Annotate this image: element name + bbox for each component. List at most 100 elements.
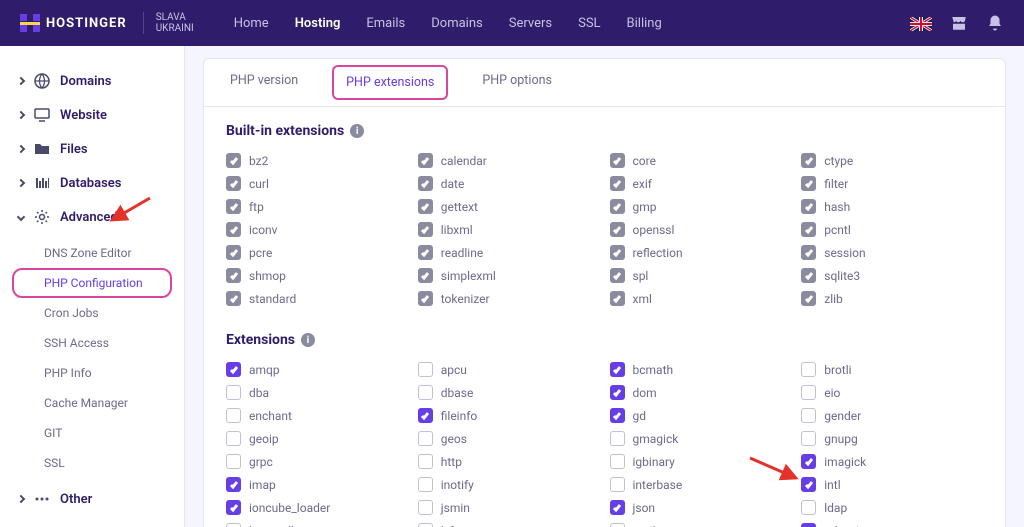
sidebar-item-website[interactable]: Website — [0, 98, 184, 132]
checkbox[interactable] — [801, 523, 816, 527]
checkbox[interactable] — [226, 523, 241, 527]
nav-domains[interactable]: Domains — [431, 16, 482, 31]
nav-home[interactable]: Home — [234, 16, 269, 31]
checkbox[interactable] — [610, 431, 625, 446]
checkbox[interactable] — [226, 385, 241, 400]
tab-php-version[interactable]: PHP version — [226, 59, 302, 106]
ext-grpc[interactable]: grpc — [226, 450, 408, 473]
checkbox[interactable] — [801, 500, 816, 515]
brand-slogan: SLAVAUKRAINI — [143, 12, 194, 34]
ext-geos[interactable]: geos — [418, 427, 600, 450]
checkbox[interactable] — [801, 385, 816, 400]
sidebar-sub-dns-zone-editor[interactable]: DNS Zone Editor — [0, 238, 184, 268]
ext-imagick[interactable]: imagick — [801, 450, 983, 473]
ext-mbstring[interactable]: mbstring — [801, 519, 983, 527]
tab-php-options[interactable]: PHP options — [478, 59, 556, 106]
nav-emails[interactable]: Emails — [366, 16, 405, 31]
ext-enchant[interactable]: enchant — [226, 404, 408, 427]
checkbox[interactable] — [418, 500, 433, 515]
ext-dom[interactable]: dom — [610, 381, 792, 404]
sidebar-sub-ssh-access[interactable]: SSH Access — [0, 328, 184, 358]
ext-lzf[interactable]: lzf — [418, 519, 600, 527]
checkbox[interactable] — [801, 408, 816, 423]
sidebar-item-other[interactable]: Other — [0, 482, 184, 516]
ext-jsmin[interactable]: jsmin — [418, 496, 600, 519]
ext-brotli[interactable]: brotli — [801, 358, 983, 381]
brand-logo[interactable]: HOSTINGER — [20, 14, 127, 32]
tab-php-extensions[interactable]: PHP extensions — [332, 65, 448, 100]
sidebar-item-files[interactable]: Files — [0, 132, 184, 166]
ext-intl[interactable]: intl — [801, 473, 983, 496]
ext-http[interactable]: http — [418, 450, 600, 473]
ext-imap[interactable]: imap — [226, 473, 408, 496]
ext-gmagick[interactable]: gmagick — [610, 427, 792, 450]
sidebar-sub-cron-jobs[interactable]: Cron Jobs — [0, 298, 184, 328]
sidebar-sub-cache-manager[interactable]: Cache Manager — [0, 388, 184, 418]
bell-icon[interactable] — [986, 14, 1004, 32]
checkbox[interactable] — [801, 454, 816, 469]
checkbox[interactable] — [226, 500, 241, 515]
ext-gender[interactable]: gender — [801, 404, 983, 427]
checkbox[interactable] — [418, 454, 433, 469]
nav-servers[interactable]: Servers — [509, 16, 552, 31]
checkbox[interactable] — [226, 431, 241, 446]
checkbox[interactable] — [610, 385, 625, 400]
checkbox[interactable] — [801, 431, 816, 446]
checkbox[interactable] — [418, 408, 433, 423]
ext-ioncube_loader[interactable]: ioncube_loader — [226, 496, 408, 519]
checkbox[interactable] — [610, 408, 625, 423]
ext-json[interactable]: json — [610, 496, 792, 519]
ext-fileinfo[interactable]: fileinfo — [418, 404, 600, 427]
ext-standard: standard — [226, 287, 408, 310]
checkbox[interactable] — [610, 362, 625, 377]
sidebar-sub-php-info[interactable]: PHP Info — [0, 358, 184, 388]
ext-geoip[interactable]: geoip — [226, 427, 408, 450]
checkbox[interactable] — [610, 500, 625, 515]
ext-gnupg[interactable]: gnupg — [801, 427, 983, 450]
nav-ssl[interactable]: SSL — [578, 16, 600, 31]
checkbox[interactable] — [226, 454, 241, 469]
ext-inotify[interactable]: inotify — [418, 473, 600, 496]
checkbox[interactable] — [610, 477, 625, 492]
ext-apcu[interactable]: apcu — [418, 358, 600, 381]
checkbox — [226, 245, 241, 260]
ext-igbinary[interactable]: igbinary — [610, 450, 792, 473]
sidebar-sub-ssl[interactable]: SSL — [0, 448, 184, 478]
checkbox[interactable] — [418, 477, 433, 492]
checkbox[interactable] — [801, 477, 816, 492]
sidebar-item-databases[interactable]: Databases — [0, 166, 184, 200]
sidebar-sub-git[interactable]: GIT — [0, 418, 184, 448]
info-icon[interactable]: i — [350, 124, 364, 138]
ext-amqp[interactable]: amqp — [226, 358, 408, 381]
ext-label: interbase — [633, 478, 683, 492]
ext-gd[interactable]: gd — [610, 404, 792, 427]
ext-bcmath[interactable]: bcmath — [610, 358, 792, 381]
checkbox[interactable] — [610, 523, 625, 527]
checkbox[interactable] — [418, 362, 433, 377]
nav-billing[interactable]: Billing — [627, 16, 662, 31]
ext-dba[interactable]: dba — [226, 381, 408, 404]
sidebar-item-advanced[interactable]: Advanced — [0, 200, 184, 234]
checkbox[interactable] — [226, 362, 241, 377]
ext-ldap[interactable]: ldap — [801, 496, 983, 519]
sidebar-sub-php-configuration[interactable]: PHP Configuration — [12, 268, 172, 298]
nav-hosting[interactable]: Hosting — [295, 16, 341, 31]
checkbox[interactable] — [610, 454, 625, 469]
ext-mailparse[interactable]: mailparse — [610, 519, 792, 527]
checkbox[interactable] — [418, 523, 433, 527]
checkbox[interactable] — [226, 408, 241, 423]
ext-label: apcu — [441, 363, 467, 377]
ext-label: filter — [824, 177, 848, 191]
ext-dbase[interactable]: dbase — [418, 381, 600, 404]
checkbox[interactable] — [418, 385, 433, 400]
checkbox[interactable] — [418, 431, 433, 446]
ext-eio[interactable]: eio — [801, 381, 983, 404]
ext-luasandbox[interactable]: luasandbox — [226, 519, 408, 527]
info-icon[interactable]: i — [301, 333, 315, 347]
checkbox[interactable] — [226, 477, 241, 492]
ext-interbase[interactable]: interbase — [610, 473, 792, 496]
store-icon[interactable] — [950, 14, 968, 32]
sidebar-item-domains[interactable]: Domains — [0, 64, 184, 98]
checkbox[interactable] — [801, 362, 816, 377]
language-flag-icon[interactable] — [910, 16, 932, 30]
